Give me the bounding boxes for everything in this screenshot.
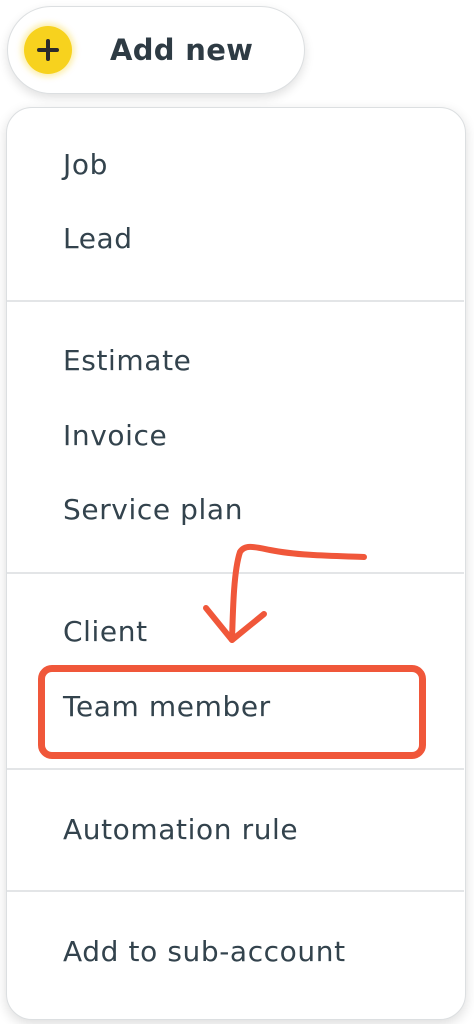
menu-item-invoice[interactable]: Invoice (63, 419, 167, 452)
menu-divider (7, 768, 464, 770)
add-new-label: Add new (110, 33, 254, 67)
menu-item-client[interactable]: Client (63, 615, 148, 648)
menu-item-job[interactable]: Job (63, 148, 108, 181)
menu-item-service-plan[interactable]: Service plan (63, 493, 243, 526)
plus-icon (24, 26, 72, 74)
menu-item-automation-rule[interactable]: Automation rule (63, 813, 298, 846)
menu-divider (7, 572, 464, 574)
menu-divider (7, 300, 464, 302)
menu-item-add-to-sub-account[interactable]: Add to sub-account (63, 935, 346, 968)
menu-item-lead[interactable]: Lead (63, 222, 133, 255)
add-new-menu: Job Lead Estimate Invoice Service plan C… (6, 107, 466, 1020)
menu-divider (7, 890, 464, 892)
menu-item-estimate[interactable]: Estimate (63, 344, 191, 377)
annotation-highlight-box (38, 665, 426, 759)
add-new-button[interactable]: Add new (7, 6, 305, 94)
